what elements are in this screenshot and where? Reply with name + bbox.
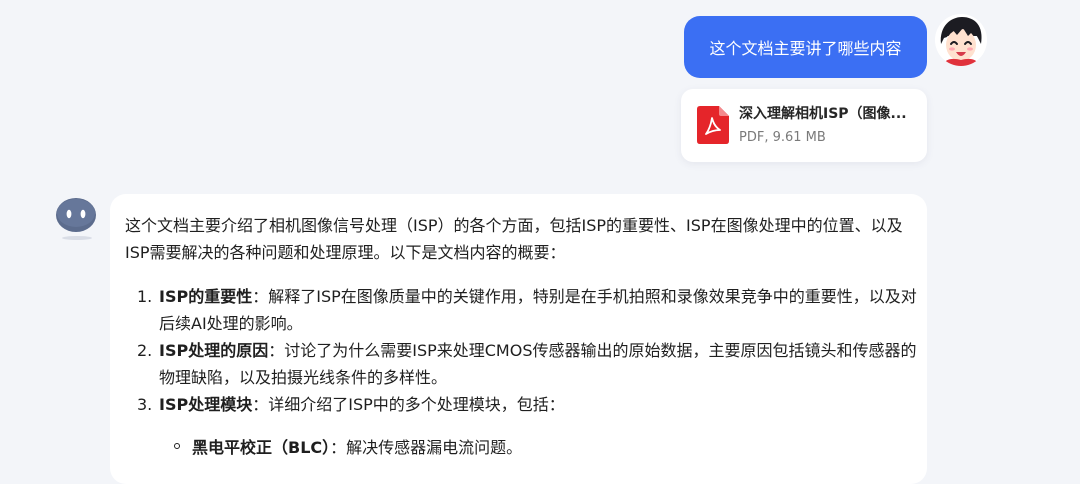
user-avatar[interactable] (935, 14, 987, 66)
pdf-icon (697, 106, 729, 144)
attachment-file-meta: PDF, 9.61 MB (739, 130, 826, 145)
sub-item-title: 黑电平校正（BLC） (192, 438, 331, 457)
attachment-card[interactable]: 深入理解相机ISP（图像... PDF, 9.61 MB (681, 89, 927, 162)
answer-intro: 这个文档主要介绍了相机图像信号处理（ISP）的各个方面，包括ISP的重要性、IS… (125, 216, 903, 262)
list-item-title: ISP处理模块 (159, 395, 253, 414)
sub-list-item: 黑电平校正（BLC）：解决传感器漏电流问题。 (159, 434, 929, 461)
list-item-title: ISP处理的原因 (159, 341, 269, 360)
answer-list: 1. ISP的重要性：解释了ISP在图像质量中的关键作用，特别是在手机拍照和录像效… (137, 283, 929, 461)
list-item: 3. ISP处理模块：详细介绍了ISP中的多个处理模块，包括： 黑电平校正（BLC… (137, 391, 929, 461)
list-item: 1. ISP的重要性：解释了ISP在图像质量中的关键作用，特别是在手机拍照和录像效… (137, 283, 929, 337)
assistant-message-bubble: 这个文档主要介绍了相机图像信号处理（ISP）的各个方面，包括ISP的重要性、IS… (110, 194, 927, 484)
list-item-text: ：讨论了为什么需要ISP来处理CMOS传感器输出的原始数据，主要原因包括镜头和传… (159, 341, 917, 387)
list-item-number: 2. (137, 341, 153, 360)
list-item-text: ：解释了ISP在图像质量中的关键作用，特别是在手机拍照和录像效果竞争中的重要性，… (159, 287, 917, 333)
user-avatar-icon (935, 14, 987, 66)
bullet-icon (174, 443, 180, 449)
sub-list: 黑电平校正（BLC）：解决传感器漏电流问题。 (159, 434, 929, 461)
attachment-file-name: 深入理解相机ISP（图像... (739, 106, 907, 122)
sub-item-text: ：解决传感器漏电流问题。 (330, 438, 523, 457)
list-item-number: 3. (137, 395, 153, 414)
list-item-title: ISP的重要性 (159, 287, 253, 306)
list-item-number: 1. (137, 287, 153, 306)
list-item: 2. ISP处理的原因：讨论了为什么需要ISP来处理CMOS传感器输出的原始数据，… (137, 337, 929, 391)
robot-avatar-icon (56, 198, 96, 240)
list-item-text: ：详细介绍了ISP中的多个处理模块，包括： (252, 395, 565, 414)
user-message-bubble: 这个文档主要讲了哪些内容 (684, 16, 927, 78)
user-message-text: 这个文档主要讲了哪些内容 (709, 39, 902, 58)
